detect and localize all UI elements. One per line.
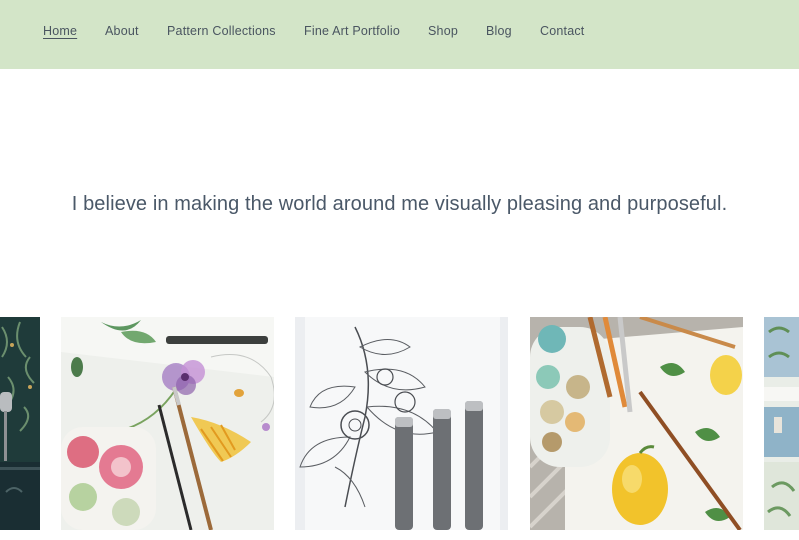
nav-about-link[interactable]: About — [105, 24, 139, 38]
main-navigation: Home About Pattern Collections Fine Art … — [0, 0, 799, 69]
nav-shop-link[interactable]: Shop — [428, 24, 458, 38]
tagline-text: I believe in making the world around me … — [71, 193, 728, 215]
nav-contact-link[interactable]: Contact — [540, 24, 584, 38]
nav-home-link[interactable]: Home — [43, 24, 77, 38]
nav-pattern-collections-link[interactable]: Pattern Collections — [167, 24, 276, 38]
gallery-image-watercolor-florals[interactable] — [61, 317, 274, 530]
nav-blog-link[interactable]: Blog — [486, 24, 512, 38]
nav-fine-art-portfolio-link[interactable]: Fine Art Portfolio — [304, 24, 400, 38]
gallery-image-lemon-watercolor[interactable] — [530, 317, 743, 530]
gallery-image-botanical-sketch[interactable] — [295, 317, 508, 530]
gallery-image-fabric-partial[interactable] — [764, 317, 799, 530]
gallery-image-wallpaper-partial[interactable] — [0, 317, 40, 530]
